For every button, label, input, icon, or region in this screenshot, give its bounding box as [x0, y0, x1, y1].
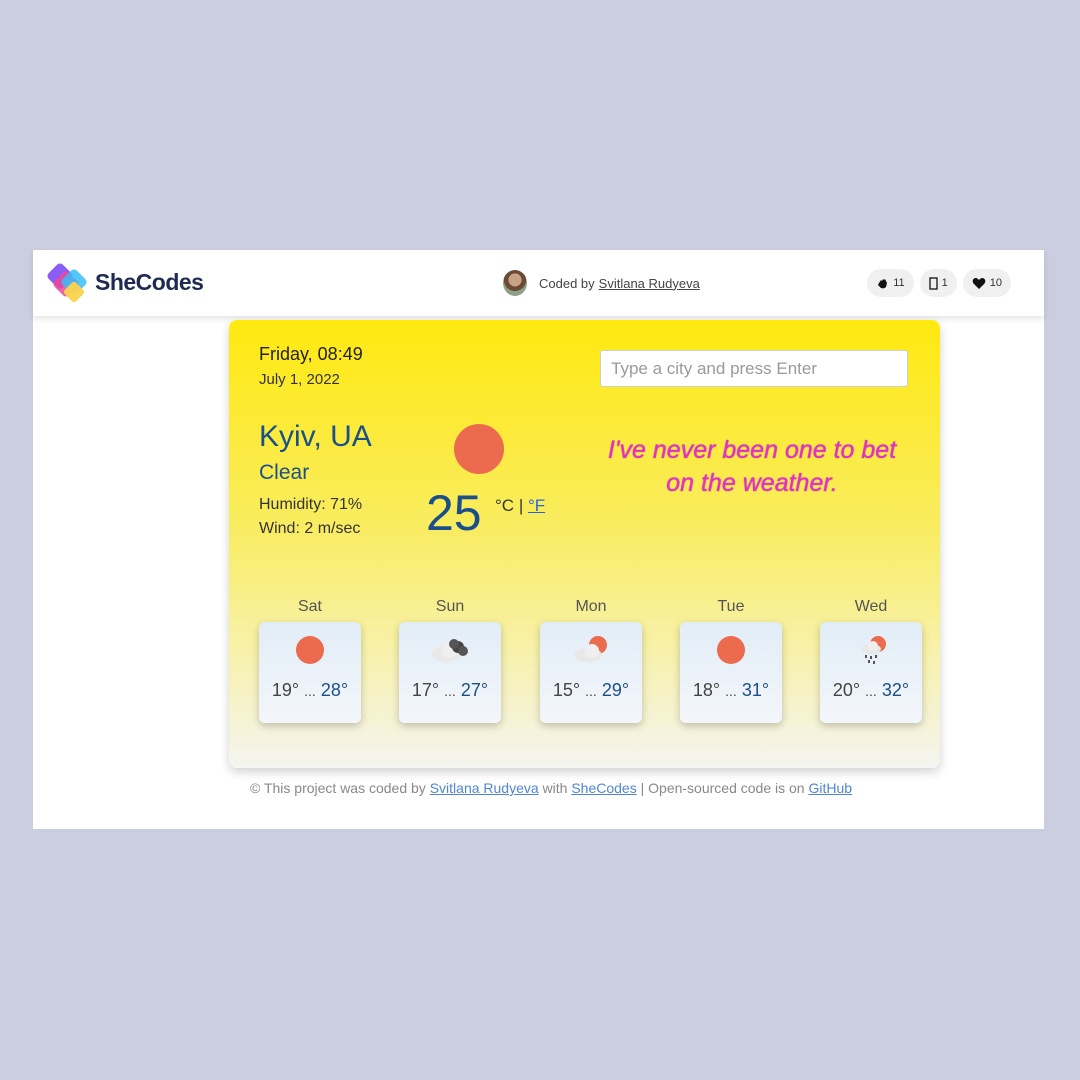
forecast-min: 15° — [552, 680, 581, 700]
forecast-temps: 20° ... 32° — [820, 680, 922, 701]
quote-line-1: I've never been one to bet — [607, 436, 897, 464]
forecast-sep: ... — [585, 683, 597, 699]
clap-icon — [878, 278, 888, 288]
logo-text[interactable]: SheCodes — [95, 269, 204, 296]
stats-bar: 11 1 10 — [867, 269, 1011, 297]
author-info: Coded by Svitlana Rudyeva — [503, 268, 700, 298]
weather-card: Friday, 08:49 July 1, 2022 Kyiv, UA Clea… — [229, 320, 940, 768]
forecast-temps: 19° ... 28° — [259, 680, 361, 701]
unit-separator: | — [518, 496, 524, 515]
footer-shecodes-link[interactable]: SheCodes — [571, 780, 636, 796]
footer-with: with — [542, 780, 568, 796]
forecast-min: 17° — [411, 680, 440, 700]
app-frame: SheCodes Coded by Svitlana Rudyeva 11 1 — [33, 250, 1044, 829]
top-bar: SheCodes Coded by Svitlana Rudyeva 11 1 — [33, 250, 1044, 316]
forecast-day: Mon 15° ... 29° — [540, 598, 642, 723]
footer-middle: | Open-sourced code is on — [640, 780, 805, 796]
city-name: Kyiv, UA — [259, 420, 372, 453]
forecast-day-name: Sun — [435, 598, 465, 615]
forecast-sep: ... — [725, 683, 737, 699]
forecast-day: Sun 17° ... 27° — [399, 598, 501, 723]
forecast-max: 27° — [460, 680, 489, 700]
forecast-card: 17° ... 27° — [399, 622, 501, 723]
quote-line-2: on the weather. — [666, 469, 838, 497]
footer: © This project was coded by Svitlana Rud… — [250, 780, 852, 796]
forecast-day-name: Wed — [854, 598, 888, 615]
forecast-day-name: Tue — [717, 598, 745, 615]
bookmark-icon — [928, 276, 938, 290]
current-temperature: 25 — [426, 485, 482, 541]
humidity: Humidity: 71% — [259, 496, 363, 513]
forecast-temps: 18° ... 31° — [680, 680, 782, 701]
author-link[interactable]: Svitlana Rudyeva — [599, 276, 700, 291]
footer-github-link[interactable]: GitHub — [808, 780, 852, 796]
forecast-sep: ... — [304, 683, 316, 699]
footer-prefix: © This project was coded by — [250, 780, 426, 796]
sun-icon — [296, 636, 324, 664]
unit-toggle: °C | °F — [495, 496, 545, 516]
forecast-max: 32° — [881, 680, 910, 700]
fahrenheit-link[interactable]: °F — [528, 496, 545, 515]
author-avatar[interactable] — [503, 270, 527, 296]
like-button[interactable]: 10 — [962, 269, 1011, 297]
forecast-card: 15° ... 29° — [540, 622, 642, 723]
forecast: Sat 19° ... 28° Sun 17° ... 27° Mon 15° … — [259, 598, 923, 724]
forecast-day: Tue 18° ... 31° — [680, 598, 782, 723]
forecast-card: 19° ... 28° — [259, 622, 361, 723]
forecast-max: 29° — [601, 680, 630, 700]
city-search-input[interactable] — [600, 350, 908, 387]
bookmark-button[interactable]: 1 — [919, 269, 957, 297]
forecast-day-name: Sat — [297, 598, 322, 615]
footer-author-link[interactable]: Svitlana Rudyeva — [430, 780, 539, 796]
forecast-day-name: Mon — [575, 598, 607, 615]
like-count: 10 — [989, 277, 1002, 289]
forecast-sep: ... — [865, 683, 877, 699]
clap-count: 11 — [893, 277, 905, 289]
current-day-time: Friday, 08:49 — [259, 344, 363, 364]
forecast-max: 31° — [741, 680, 770, 700]
clap-button[interactable]: 11 — [867, 269, 914, 297]
sun-icon — [717, 636, 745, 664]
forecast-card: 20° ... 32° — [820, 622, 922, 723]
weather-description: Clear — [259, 461, 310, 484]
rain-sun-icon — [861, 636, 886, 664]
forecast-day: Wed 20° ... 32° — [820, 598, 922, 723]
heart-icon — [972, 277, 986, 289]
coded-by-label: Coded by — [539, 275, 595, 291]
forecast-min: 18° — [692, 680, 721, 700]
forecast-max: 28° — [320, 680, 349, 700]
wind: Wind: 2 m/sec — [259, 520, 361, 537]
cloudy-icon — [432, 639, 468, 662]
partly-cloudy-icon — [574, 636, 607, 662]
sun-icon — [454, 424, 504, 474]
forecast-min: 19° — [271, 680, 300, 700]
forecast-card: 18° ... 31° — [680, 622, 782, 723]
current-date: July 1, 2022 — [259, 371, 340, 388]
forecast-sep: ... — [444, 683, 456, 699]
shecodes-logo-icon[interactable] — [44, 260, 92, 306]
forecast-temps: 15° ... 29° — [540, 680, 642, 701]
forecast-temps: 17° ... 27° — [399, 680, 501, 701]
weather-quote: I've never been one to bet on the weathe… — [584, 434, 920, 500]
bookmark-count: 1 — [941, 277, 948, 289]
forecast-day: Sat 19° ... 28° — [259, 598, 361, 723]
celsius-unit[interactable]: °C — [495, 496, 514, 515]
forecast-min: 20° — [832, 680, 861, 700]
